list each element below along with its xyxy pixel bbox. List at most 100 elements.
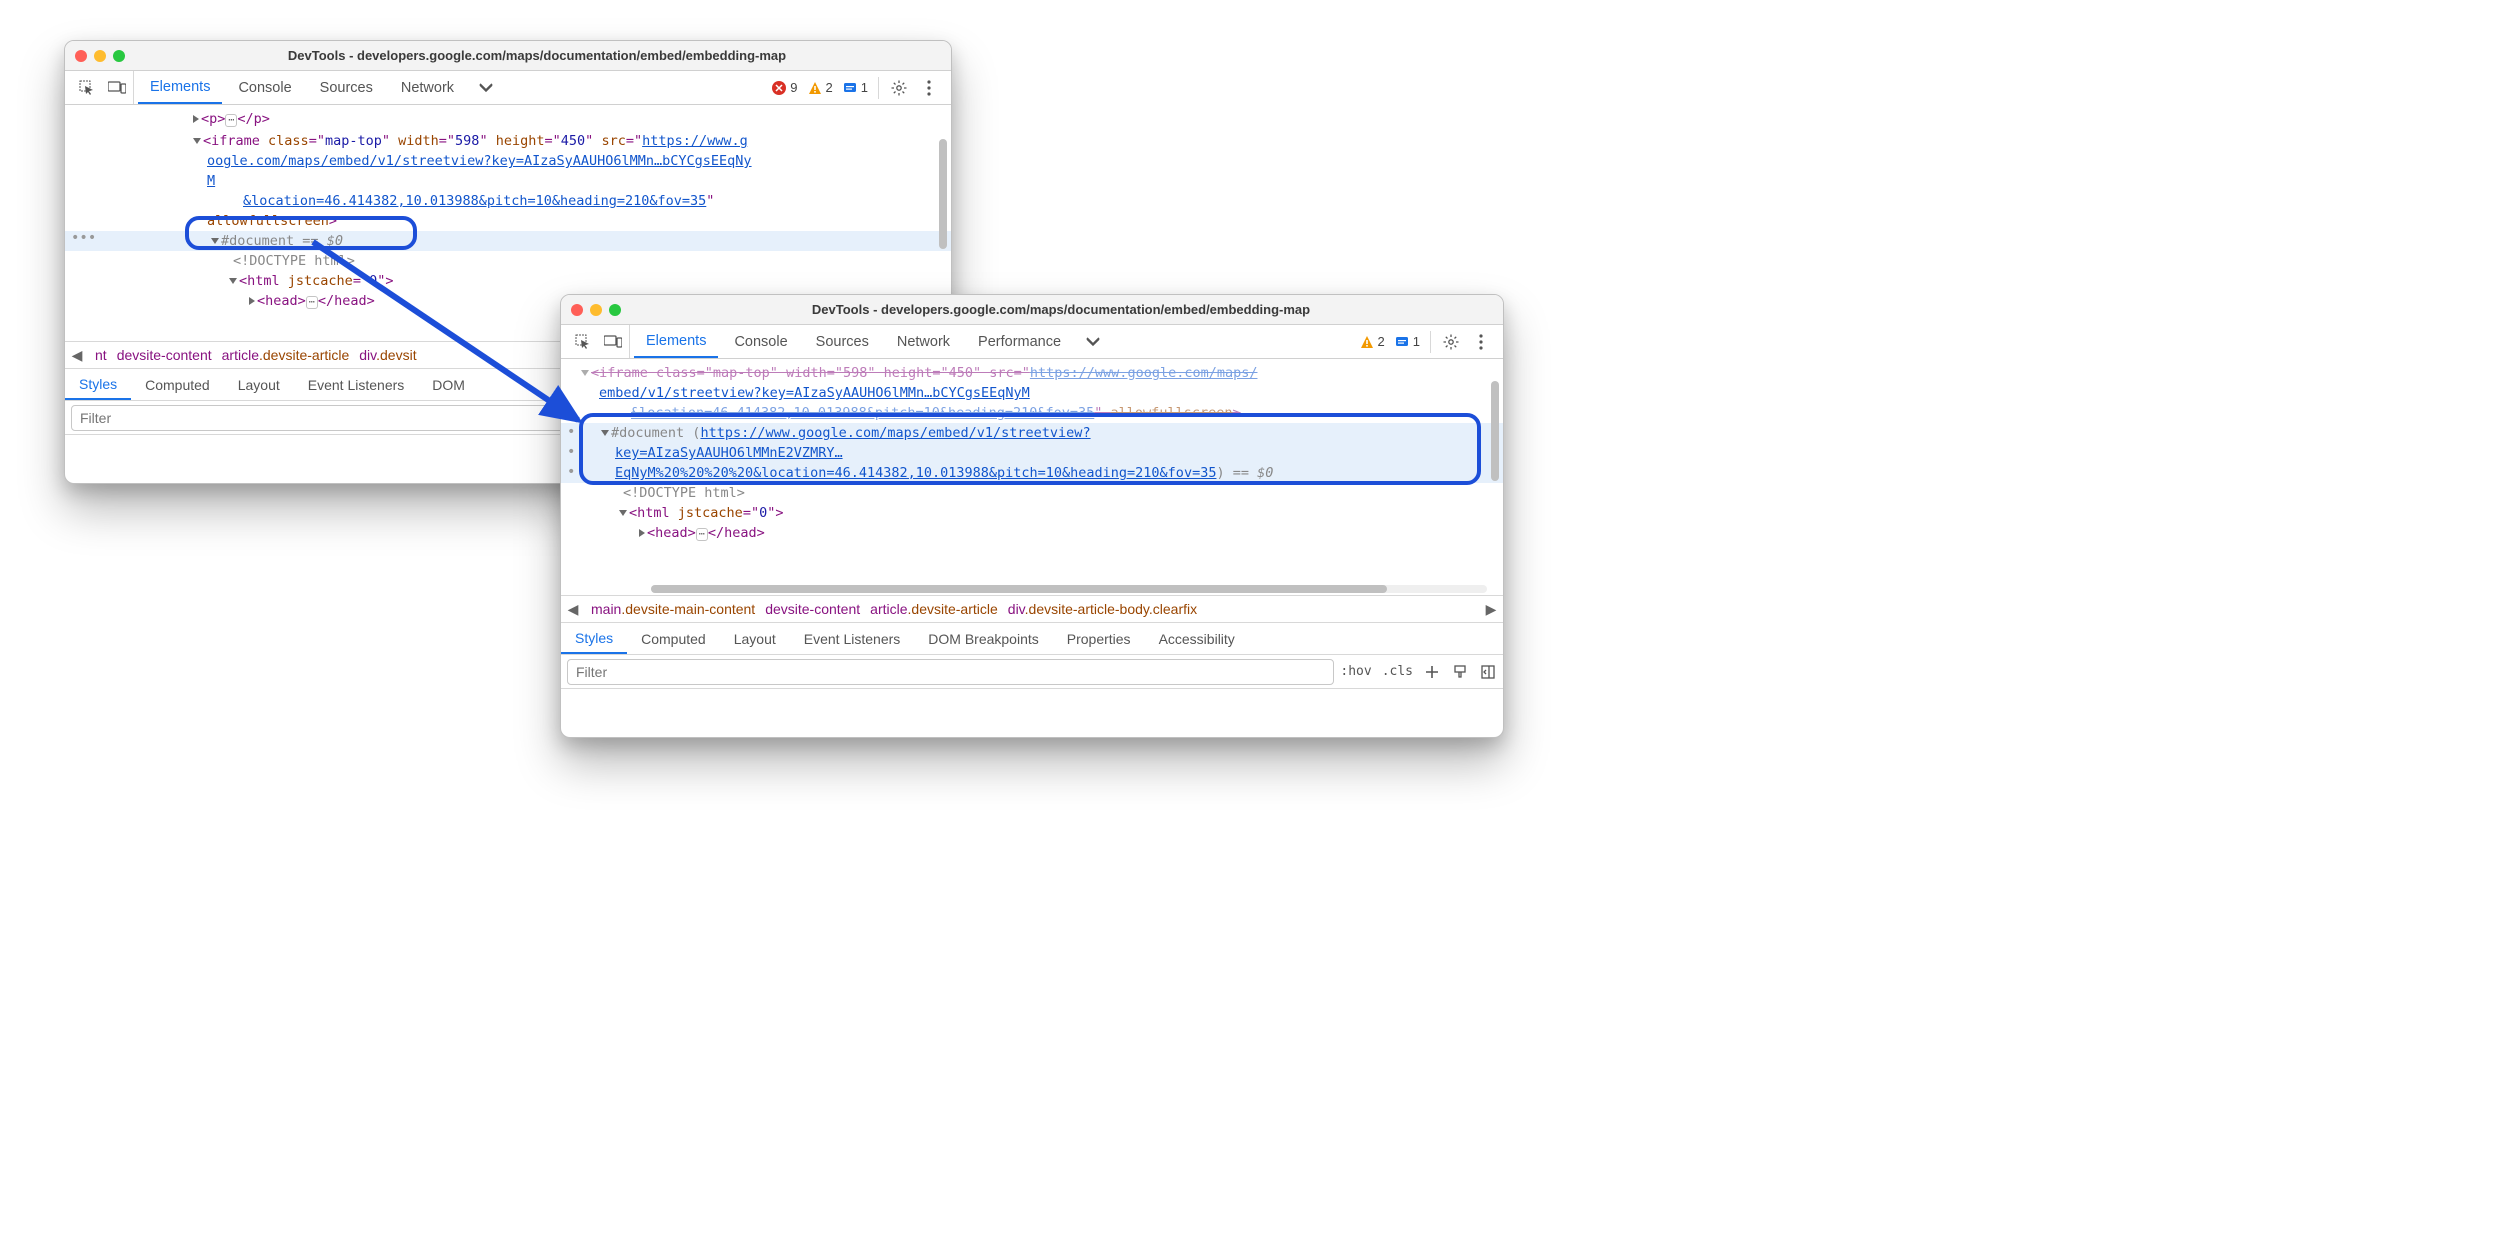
tab-network[interactable]: Network: [389, 71, 466, 104]
subtab-accessibility[interactable]: Accessibility: [1145, 623, 1249, 654]
crumb[interactable]: devsite-content: [117, 347, 212, 363]
panel-tabstrip: Elements Console Sources Network Perform…: [561, 325, 1503, 359]
device-toolbar-icon[interactable]: [107, 78, 127, 98]
tabstrip-right: 9 2 1: [772, 77, 945, 99]
src-link[interactable]: https://www.g: [642, 133, 748, 149]
titlebar: DevTools - developers.google.com/maps/do…: [65, 41, 951, 71]
crumb[interactable]: div.devsit: [359, 347, 416, 363]
warning-count: 2: [1378, 334, 1385, 349]
tab-elements[interactable]: Elements: [634, 325, 718, 358]
zoom-icon[interactable]: [113, 50, 125, 62]
iframe-tag: <iframe: [203, 133, 260, 149]
tabstrip-right: 2 1: [1360, 331, 1497, 353]
minimize-icon[interactable]: [590, 304, 602, 316]
filter-bar: :hov .cls: [561, 655, 1503, 689]
inspect-tools: [71, 71, 134, 104]
warning-badge[interactable]: 2: [808, 80, 833, 95]
dom-tree[interactable]: <iframe class="map-top" width="598" heig…: [561, 359, 1503, 595]
src-link[interactable]: embed/v1/streetview?key=AIzaSyAAUHO6lMMn…: [599, 385, 1030, 401]
crumb[interactable]: devsite-content: [765, 601, 860, 617]
p-close: </p>: [237, 111, 270, 127]
ellipsis-icon[interactable]: ⋯: [225, 114, 237, 127]
subtab-styles[interactable]: Styles: [561, 623, 627, 654]
close-icon[interactable]: [571, 304, 583, 316]
more-tabs-button[interactable]: [1077, 337, 1109, 347]
brush-icon[interactable]: [1451, 663, 1469, 681]
crumb[interactable]: main.devsite-main-content: [591, 601, 755, 617]
info-badge[interactable]: 1: [843, 80, 868, 95]
info-badge[interactable]: 1: [1395, 334, 1420, 349]
info-count: 1: [1413, 334, 1420, 349]
kebab-menu-icon[interactable]: [1471, 332, 1491, 352]
warning-badge[interactable]: 2: [1360, 334, 1385, 349]
settings-icon[interactable]: [1441, 332, 1461, 352]
devtools-window-2: DevTools - developers.google.com/maps/do…: [560, 294, 1504, 738]
window-title: DevTools - developers.google.com/maps/do…: [133, 48, 941, 63]
tab-network[interactable]: Network: [885, 325, 962, 358]
hov-button[interactable]: :hov: [1340, 664, 1371, 679]
subtab-event-listeners[interactable]: Event Listeners: [790, 623, 915, 654]
traffic-lights: [75, 50, 125, 62]
subtab-event-listeners[interactable]: Event Listeners: [294, 369, 419, 400]
subtab-computed[interactable]: Computed: [627, 623, 720, 654]
filter-input[interactable]: [567, 659, 1334, 685]
line-gutter-icon: •: [567, 422, 575, 442]
warning-count: 2: [826, 80, 833, 95]
window-title: DevTools - developers.google.com/maps/do…: [629, 302, 1493, 317]
tab-elements[interactable]: Elements: [138, 71, 222, 104]
more-tabs-button[interactable]: [470, 83, 502, 93]
vertical-scrollbar[interactable]: [1488, 363, 1502, 591]
ellipsis-icon[interactable]: ⋯: [306, 296, 318, 309]
inspect-element-icon[interactable]: [573, 332, 593, 352]
divider: [1430, 331, 1431, 353]
error-badge[interactable]: 9: [772, 80, 797, 95]
selected-dom-node[interactable]: #document == $0: [65, 231, 951, 251]
traffic-lights: [571, 304, 621, 316]
document-url-link[interactable]: https://www.google.com/maps/embed/v1/str…: [700, 425, 1090, 441]
inspect-tools: [567, 325, 630, 358]
inspect-element-icon[interactable]: [77, 78, 97, 98]
error-count: 9: [790, 80, 797, 95]
tab-sources[interactable]: Sources: [804, 325, 881, 358]
breadcrumb[interactable]: ◀ main.devsite-main-content devsite-cont…: [561, 595, 1503, 623]
ellipsis-icon[interactable]: ⋯: [696, 528, 708, 541]
settings-icon[interactable]: [889, 78, 909, 98]
crumb[interactable]: div.devsite-article-body.clearfix: [1008, 601, 1197, 617]
subtab-layout[interactable]: Layout: [224, 369, 294, 400]
styles-tabstrip: Styles Computed Layout Event Listeners D…: [561, 623, 1503, 655]
new-style-rule-icon[interactable]: [1423, 663, 1441, 681]
line-gutter-icon: •: [567, 462, 575, 482]
crumb[interactable]: nt: [95, 347, 107, 363]
tab-console[interactable]: Console: [722, 325, 799, 358]
cls-button[interactable]: .cls: [1382, 664, 1413, 679]
minimize-icon[interactable]: [94, 50, 106, 62]
subtab-dom-breakpoints[interactable]: DOM Breakpoints: [914, 623, 1052, 654]
computed-panel-icon[interactable]: [1479, 663, 1497, 681]
crumb[interactable]: article.devsite-article: [870, 601, 998, 617]
close-icon[interactable]: [75, 50, 87, 62]
panel-tabstrip: Elements Console Sources Network 9 2 1: [65, 71, 951, 105]
device-toolbar-icon[interactable]: [603, 332, 623, 352]
tab-sources[interactable]: Sources: [308, 71, 385, 104]
chevron-right-icon[interactable]: ▶: [1483, 601, 1499, 618]
chevron-left-icon[interactable]: ◀: [565, 601, 581, 618]
line-gutter-icon: •••: [71, 228, 96, 248]
subtab-computed[interactable]: Computed: [131, 369, 224, 400]
crumb[interactable]: article.devsite-article: [222, 347, 350, 363]
chevron-left-icon[interactable]: ◀: [69, 347, 85, 364]
horizontal-scrollbar[interactable]: [651, 585, 1487, 595]
zoom-icon[interactable]: [609, 304, 621, 316]
tab-performance[interactable]: Performance: [966, 325, 1073, 358]
line-gutter-icon: •: [567, 442, 575, 462]
kebab-menu-icon[interactable]: [919, 78, 939, 98]
subtab-layout[interactable]: Layout: [720, 623, 790, 654]
tab-console[interactable]: Console: [226, 71, 303, 104]
divider: [878, 77, 879, 99]
subtab-properties[interactable]: Properties: [1053, 623, 1145, 654]
titlebar: DevTools - developers.google.com/maps/do…: [561, 295, 1503, 325]
subtab-styles[interactable]: Styles: [65, 369, 131, 400]
styles-toolbar: :hov .cls: [1340, 663, 1497, 681]
subtab-dom[interactable]: DOM: [418, 369, 479, 400]
info-count: 1: [861, 80, 868, 95]
selected-dom-node[interactable]: #document (https://www.google.com/maps/e…: [561, 423, 1503, 443]
